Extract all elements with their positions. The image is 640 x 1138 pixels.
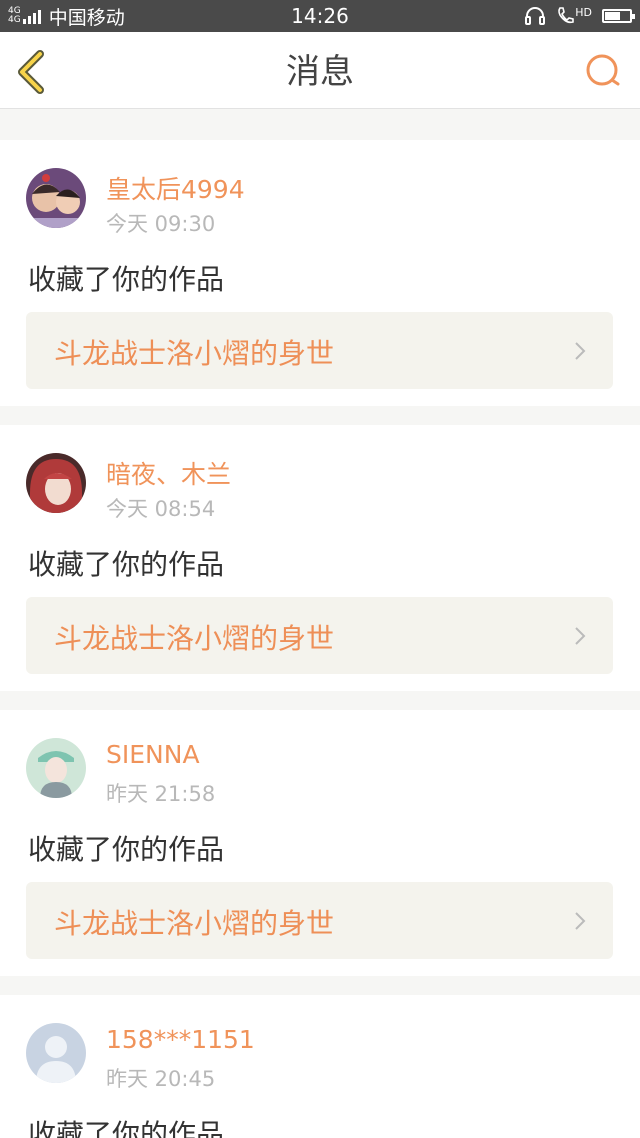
network-type-bottom: 4G <box>8 15 21 25</box>
action-text: 收藏了你的作品 <box>28 1118 225 1138</box>
timestamp: 昨天 21:58 <box>106 782 216 806</box>
page-title: 消息 <box>286 52 354 92</box>
action-text: 收藏了你的作品 <box>28 833 225 866</box>
status-left: 4G 4G 中国移动 <box>8 3 125 30</box>
battery-icon <box>602 9 635 23</box>
message-card: 158***1151 昨天 20:45 收藏了你的作品 <box>0 995 640 1138</box>
username[interactable]: 暗夜、木兰 <box>106 455 231 491</box>
timestamp: 昨天 20:45 <box>106 1067 216 1091</box>
signal-icon <box>22 8 43 24</box>
header: 消息 <box>0 32 640 109</box>
work-title: 斗龙战士洛小熠的身世 <box>54 622 335 655</box>
search-icon <box>586 54 620 86</box>
work-link[interactable]: 斗龙战士洛小熠的身世 <box>26 597 613 674</box>
avatar[interactable] <box>26 168 86 228</box>
chevron-right-icon <box>575 627 586 645</box>
avatar[interactable] <box>26 1023 86 1083</box>
work-link[interactable]: 斗龙战士洛小熠的身世 <box>26 312 613 389</box>
headset-icon <box>525 7 546 25</box>
search-button[interactable] <box>582 50 626 94</box>
message-card: 皇太后4994 今天 09:30 收藏了你的作品 斗龙战士洛小熠的身世 <box>0 140 640 406</box>
hd-label: HD <box>575 6 592 19</box>
work-title: 斗龙战士洛小熠的身世 <box>54 337 335 370</box>
action-text: 收藏了你的作品 <box>28 548 225 581</box>
chevron-right-icon <box>575 912 586 930</box>
status-right: HD <box>524 6 635 26</box>
carrier-name: 中国移动 <box>48 6 125 29</box>
username[interactable]: SIENNA <box>106 740 200 769</box>
timestamp: 今天 09:30 <box>106 212 216 236</box>
avatar[interactable] <box>26 738 86 798</box>
work-title: 斗龙战士洛小熠的身世 <box>54 907 335 940</box>
username[interactable]: 158***1151 <box>106 1025 255 1054</box>
avatar[interactable] <box>26 453 86 513</box>
status-bar: 4G 4G 中国移动 14:26 HD <box>0 0 640 32</box>
username[interactable]: 皇太后4994 <box>106 170 245 206</box>
chevron-right-icon <box>575 342 586 360</box>
work-link[interactable]: 斗龙战士洛小熠的身世 <box>26 882 613 959</box>
action-text: 收藏了你的作品 <box>28 263 225 296</box>
call-icon <box>558 7 575 24</box>
timestamp: 今天 08:54 <box>106 497 216 521</box>
message-card: 暗夜、木兰 今天 08:54 收藏了你的作品 斗龙战士洛小熠的身世 <box>0 425 640 691</box>
network-type: 4G 4G <box>8 7 21 25</box>
message-card: SIENNA 昨天 21:58 收藏了你的作品 斗龙战士洛小熠的身世 <box>0 710 640 976</box>
